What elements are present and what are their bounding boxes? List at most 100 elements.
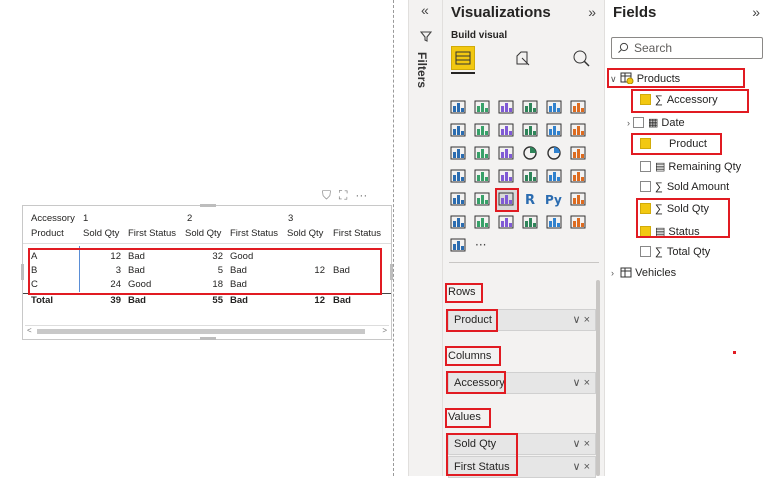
chevron-right-icon[interactable]: ›	[611, 268, 614, 278]
field-total-qty[interactable]: ∑ Total Qty	[640, 246, 710, 258]
map-icon[interactable]	[449, 167, 469, 187]
chevron-down-icon[interactable]: ∨	[572, 377, 580, 389]
clustered-column-icon[interactable]	[521, 98, 541, 118]
close-icon[interactable]: ×	[584, 314, 590, 326]
power-automate-icon[interactable]	[569, 213, 589, 233]
format-visual-icon[interactable]	[513, 48, 533, 68]
r-visual-icon[interactable]: R	[521, 190, 541, 210]
stacked-area-icon[interactable]	[497, 121, 517, 141]
checkbox[interactable]	[633, 117, 644, 128]
power-apps-icon[interactable]	[545, 213, 565, 233]
resize-handle-bottom[interactable]	[200, 337, 216, 340]
narrative-icon[interactable]	[497, 213, 517, 233]
python-visual-icon[interactable]: Py	[545, 190, 565, 210]
clustered-bar-icon[interactable]	[497, 98, 517, 118]
treemap-icon[interactable]	[569, 144, 589, 164]
100-column-icon[interactable]	[569, 98, 589, 118]
paginated-report-icon[interactable]	[521, 213, 541, 233]
multirow-card-icon[interactable]	[545, 167, 565, 187]
horizontal-scrollbar[interactable]: < >	[25, 325, 389, 335]
field-remaining-qty[interactable]: ▤ Remaining Qty	[640, 160, 741, 173]
filters-label[interactable]: Filters	[415, 52, 429, 88]
report-canvas[interactable]: ⛉ ⛶ ··· Accessory 1 2 3 Product Sold Qty…	[0, 0, 408, 476]
value-header[interactable]: Sold Qty	[83, 228, 119, 239]
more-options-icon[interactable]: ···	[355, 188, 367, 203]
scatter-icon[interactable]	[497, 144, 517, 164]
scroll-right-icon[interactable]: >	[382, 326, 387, 335]
value-header[interactable]: First Status	[230, 228, 278, 239]
close-icon[interactable]: ×	[584, 438, 590, 450]
table-vehicles[interactable]: › Vehicles	[611, 267, 676, 279]
pie-icon[interactable]	[521, 144, 541, 164]
total-value: 39	[110, 295, 121, 306]
highlight-box	[446, 371, 506, 394]
area-chart-icon[interactable]	[473, 121, 493, 141]
chevron-remove-icons[interactable]: ∨ ×	[572, 437, 590, 450]
visual-header-actions: ⛉ ⛶ ···	[322, 188, 367, 203]
close-icon[interactable]: ×	[584, 461, 590, 473]
column-header-value[interactable]: 2	[187, 213, 192, 224]
value-header[interactable]: First Status	[128, 228, 176, 239]
line-chart-icon[interactable]	[449, 121, 469, 141]
filter-icon[interactable]: ⛉	[322, 188, 331, 203]
checkbox[interactable]	[640, 161, 651, 172]
scroll-left-icon[interactable]: <	[27, 326, 32, 335]
column-header-value[interactable]: 3	[288, 213, 293, 224]
kpi-icon[interactable]	[569, 167, 589, 187]
resize-handle-top[interactable]	[200, 204, 216, 207]
donut-icon[interactable]	[545, 144, 565, 164]
field-sold-amount[interactable]: ∑ Sold Amount	[640, 181, 729, 193]
waterfall-icon[interactable]	[569, 121, 589, 141]
search-input[interactable]: Search	[611, 37, 763, 59]
highlight-box	[445, 283, 483, 303]
analytics-icon[interactable]	[571, 48, 591, 68]
card-icon[interactable]	[521, 167, 541, 187]
chevron-down-icon[interactable]: ∨	[572, 461, 580, 473]
collapse-icon[interactable]: «	[421, 2, 429, 18]
expand-icon[interactable]: »	[752, 4, 760, 20]
checkbox[interactable]	[640, 246, 651, 257]
line-column-icon[interactable]	[521, 121, 541, 141]
key-influencers-icon[interactable]	[569, 190, 589, 210]
more-visuals-icon[interactable]: ···	[473, 236, 493, 256]
gauge-icon[interactable]	[497, 167, 517, 187]
qa-icon[interactable]	[473, 213, 493, 233]
field-date[interactable]: › ▦ Date	[627, 116, 685, 129]
vertical-scrollbar[interactable]	[596, 280, 600, 476]
chevron-remove-icons[interactable]: ∨ ×	[572, 460, 590, 473]
value-header[interactable]: Sold Qty	[185, 228, 221, 239]
filter-chart-icon[interactable]	[473, 144, 493, 164]
checkbox[interactable]	[640, 181, 651, 192]
column-header-value[interactable]: 1	[83, 213, 88, 224]
scrollbar-thumb[interactable]	[37, 329, 365, 334]
row-header-product[interactable]: Product	[31, 228, 64, 239]
column-header-accessory[interactable]: Accessory	[31, 213, 75, 224]
expand-icon[interactable]: »	[588, 4, 596, 20]
visualizations-title: Visualizations	[451, 4, 551, 21]
chevron-remove-icons[interactable]: ∨ ×	[572, 313, 590, 326]
slicer-icon[interactable]	[449, 190, 469, 210]
focus-mode-icon[interactable]: ⛶	[339, 188, 347, 203]
matrix-icon[interactable]	[495, 188, 519, 212]
chevron-down-icon[interactable]: ∨	[572, 314, 580, 326]
build-visual-tab[interactable]	[451, 46, 475, 70]
matrix-visual[interactable]: Accessory 1 2 3 Product Sold Qty First S…	[21, 204, 393, 340]
funnel-icon[interactable]	[449, 144, 469, 164]
chevron-remove-icons[interactable]: ∨ ×	[572, 376, 590, 389]
value-header[interactable]: Sold Qty	[287, 228, 323, 239]
decomposition-tree-icon[interactable]	[449, 213, 469, 233]
chevron-down-icon[interactable]: ∨	[572, 438, 580, 450]
table-icon[interactable]	[473, 190, 493, 210]
stacked-bar-icon[interactable]	[449, 98, 469, 118]
filled-map-icon[interactable]	[473, 167, 493, 187]
close-icon[interactable]: ×	[584, 377, 590, 389]
fields-title: Fields	[613, 4, 657, 21]
stacked-column-icon[interactable]	[473, 98, 493, 118]
chevron-right-icon[interactable]: ›	[627, 118, 630, 128]
value-header[interactable]: First Status	[333, 228, 381, 239]
ribbon-icon[interactable]	[545, 121, 565, 141]
100-bar-icon[interactable]	[545, 98, 565, 118]
custom-visual-icon[interactable]	[449, 236, 469, 256]
matrix-column-header-row: Accessory 1 2 3	[23, 212, 391, 226]
filters-pane-collapsed[interactable]: « Filters	[408, 0, 442, 476]
